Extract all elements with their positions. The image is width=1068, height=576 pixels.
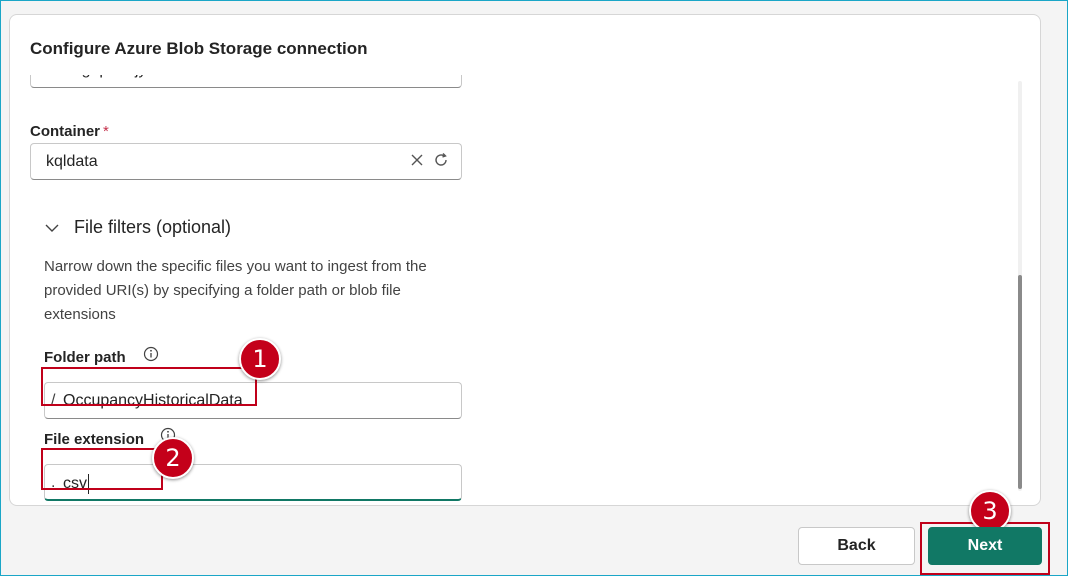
container-input[interactable]: kqldata bbox=[30, 143, 462, 180]
connection-dialog: Configure Azure Blob Storage connection … bbox=[9, 14, 1041, 506]
storage-account-value: storagephd1jyk bbox=[46, 75, 155, 79]
info-icon[interactable] bbox=[143, 346, 159, 362]
file-filters-description: Narrow down the specific files you want … bbox=[44, 258, 427, 323]
clear-icon[interactable] bbox=[409, 75, 425, 76]
step-badge-1: 1 bbox=[239, 338, 281, 380]
clear-icon[interactable] bbox=[409, 152, 425, 168]
refresh-icon[interactable] bbox=[433, 75, 449, 76]
chevron-down-icon bbox=[45, 224, 59, 232]
vertical-scrollbar[interactable] bbox=[1018, 81, 1022, 491]
container-value: kqldata bbox=[46, 153, 98, 170]
file-filters-toggle[interactable]: File filters (optional) bbox=[44, 217, 231, 238]
folder-path-highlight bbox=[41, 367, 257, 406]
next-button[interactable]: Next bbox=[928, 527, 1042, 565]
back-button[interactable]: Back bbox=[798, 527, 915, 565]
storage-account-input[interactable]: storagephd1jyk bbox=[30, 75, 462, 88]
file-extension-label: File extension bbox=[44, 431, 145, 448]
file-filters-heading: File filters (optional) bbox=[74, 217, 232, 237]
file-extension-highlight bbox=[41, 448, 163, 490]
container-label: Container * bbox=[30, 123, 109, 140]
required-marker: * bbox=[103, 123, 109, 140]
dialog-title: Configure Azure Blob Storage connection bbox=[30, 39, 368, 58]
refresh-icon[interactable] bbox=[433, 152, 449, 168]
step-badge-2: 2 bbox=[152, 437, 194, 479]
step-badge-3: 3 bbox=[969, 490, 1011, 532]
scrollbar-thumb[interactable] bbox=[1018, 275, 1022, 489]
folder-path-label: Folder path bbox=[44, 349, 126, 366]
